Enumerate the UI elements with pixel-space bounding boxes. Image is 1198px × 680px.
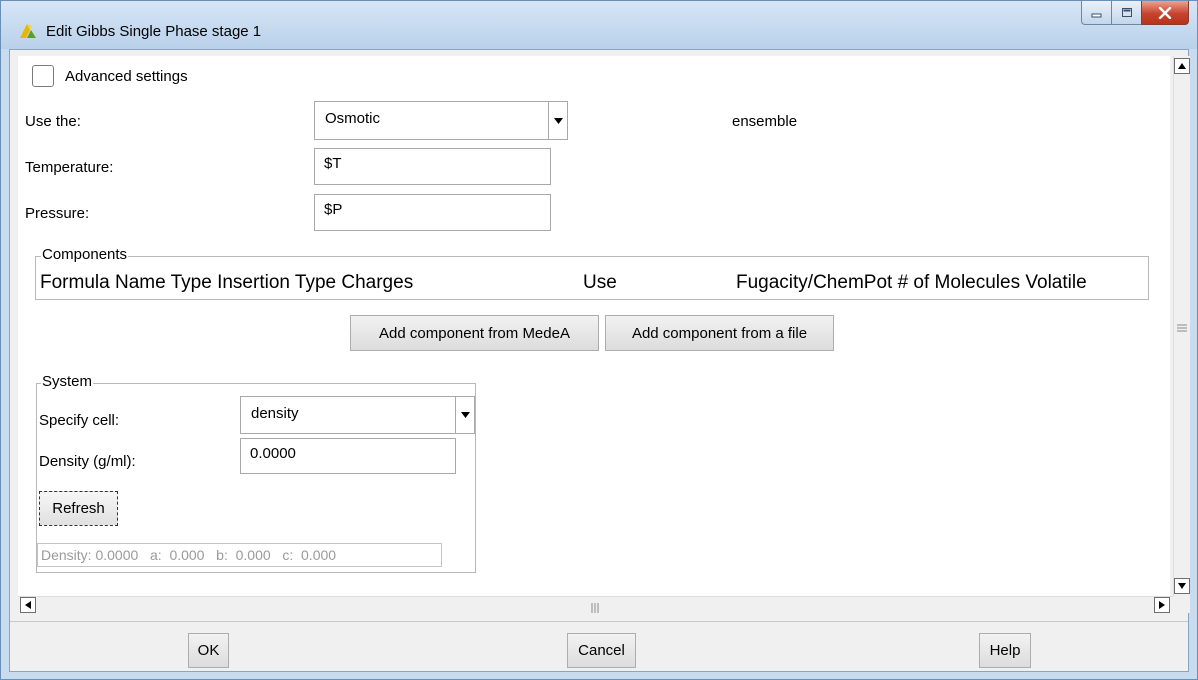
window-controls xyxy=(1081,1,1189,30)
summary-a-label: a: xyxy=(149,547,162,563)
minimize-button[interactable] xyxy=(1081,1,1111,25)
ensemble-select-value: Osmotic xyxy=(325,110,381,127)
pressure-label: Pressure: xyxy=(25,205,90,222)
chevron-down-icon xyxy=(553,117,563,124)
temperature-input[interactable]: $T xyxy=(314,148,551,185)
specify-cell-dropdown-button[interactable] xyxy=(455,397,474,433)
scroll-up-button[interactable] xyxy=(1174,58,1190,74)
scroll-corner xyxy=(1173,596,1190,613)
summary-density: 0.0000 xyxy=(95,547,139,563)
maximize-button[interactable] xyxy=(1111,1,1141,25)
dialog-window: Edit Gibbs Single Phase stage 1 Advanced… xyxy=(0,0,1198,680)
ensemble-dropdown-button[interactable] xyxy=(548,102,567,139)
close-button[interactable] xyxy=(1141,1,1189,25)
scroll-right-button[interactable] xyxy=(1154,597,1170,613)
temperature-label: Temperature: xyxy=(25,159,114,176)
components-legend: Components xyxy=(41,246,129,263)
footer-separator xyxy=(10,621,1188,622)
col-formula[interactable]: Formula xyxy=(40,272,110,293)
help-button[interactable]: Help xyxy=(979,633,1031,668)
system-legend: System xyxy=(41,373,94,390)
components-header-right: Fugacity/ChemPot # of Molecules Volatile xyxy=(736,272,1087,294)
density-input[interactable]: 0.0000 xyxy=(240,438,456,474)
summary-b-label: b: xyxy=(216,547,228,563)
col-name[interactable]: Name xyxy=(115,272,166,293)
ok-button[interactable]: OK xyxy=(188,633,229,668)
density-label: Density (g/ml): xyxy=(39,453,136,470)
summary-b: 0.000 xyxy=(235,547,271,563)
cell-summary: Density: 0.0000 a: 0.000 b: 0.000 c: 0.0… xyxy=(37,543,442,567)
add-component-medea-button[interactable]: Add component from MedeA xyxy=(350,315,599,351)
specify-cell-value: density xyxy=(251,405,299,422)
title-bar[interactable]: Edit Gibbs Single Phase stage 1 xyxy=(1,1,1197,49)
specify-cell-label: Specify cell: xyxy=(39,412,120,429)
scroll-down-button[interactable] xyxy=(1174,578,1190,594)
specify-cell-select[interactable]: density xyxy=(240,396,475,434)
ensemble-label: Use the: xyxy=(25,113,81,130)
col-num-molecules[interactable]: # of Molecules xyxy=(898,272,1021,293)
summary-c-label: c: xyxy=(282,547,294,563)
refresh-button[interactable]: Refresh xyxy=(39,491,118,526)
horizontal-scrollbar[interactable] xyxy=(18,596,1173,613)
chevron-down-icon xyxy=(460,412,470,418)
vertical-scrollbar[interactable] xyxy=(1173,56,1190,596)
settings-panel: Advanced settings Use the: Osmotic ensem… xyxy=(18,56,1170,596)
arrow-up-icon xyxy=(1178,63,1186,69)
col-use[interactable]: Use xyxy=(583,272,617,294)
close-icon xyxy=(1158,6,1172,19)
summary-c: 0.000 xyxy=(301,547,337,563)
col-charges[interactable]: Charges xyxy=(341,272,413,293)
scroll-grip-horizontal-icon[interactable] xyxy=(590,600,600,613)
ensemble-select[interactable]: Osmotic xyxy=(314,101,568,140)
scroll-grip-icon[interactable] xyxy=(1177,320,1187,332)
medea-app-icon xyxy=(20,24,36,38)
col-insertion-type[interactable]: Insertion Type xyxy=(217,272,336,293)
scroll-left-button[interactable] xyxy=(20,597,36,613)
cancel-button[interactable]: Cancel xyxy=(567,633,636,668)
col-fugacity[interactable]: Fugacity/ChemPot xyxy=(736,272,892,293)
pressure-input[interactable]: $P xyxy=(314,194,551,231)
ensemble-suffix: ensemble xyxy=(732,113,798,130)
window-title: Edit Gibbs Single Phase stage 1 xyxy=(46,23,262,40)
col-volatile[interactable]: Volatile xyxy=(1025,272,1086,293)
advanced-settings-label: Advanced settings xyxy=(65,68,188,85)
arrow-right-icon xyxy=(1159,601,1165,609)
add-component-file-button[interactable]: Add component from a file xyxy=(605,315,834,351)
minimize-icon xyxy=(1091,13,1101,17)
advanced-settings-checkbox[interactable] xyxy=(32,65,54,87)
maximize-icon xyxy=(1121,8,1132,17)
components-header-left: Formula Name Type Insertion Type Charges xyxy=(40,272,413,294)
summary-a: 0.000 xyxy=(169,547,205,563)
summary-density-label: Density: xyxy=(41,547,92,563)
col-type[interactable]: Type xyxy=(171,272,212,293)
arrow-left-icon xyxy=(25,601,31,609)
arrow-down-icon xyxy=(1178,583,1186,589)
